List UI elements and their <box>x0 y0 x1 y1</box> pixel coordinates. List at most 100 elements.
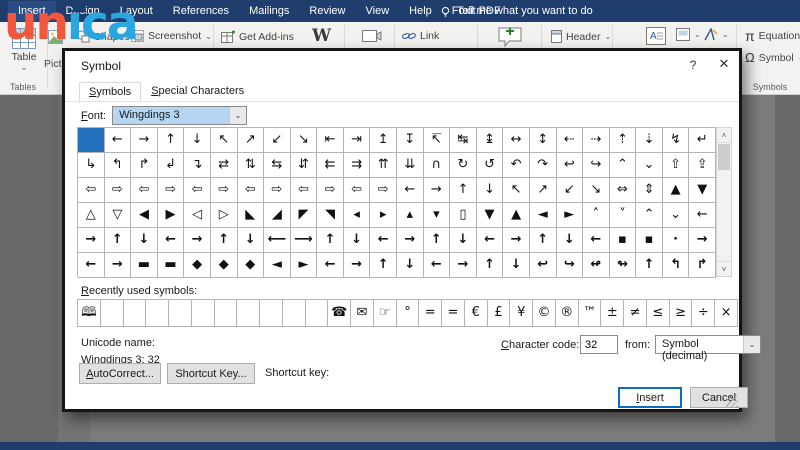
symbol-cell[interactable]: ← <box>476 228 504 253</box>
recent-symbol-cell[interactable]: ™ <box>578 300 602 327</box>
symbol-cell[interactable]: ⇔ <box>609 178 637 203</box>
symbol-cell[interactable]: ↱ <box>689 253 716 278</box>
symbol-cell[interactable]: ↑ <box>317 228 344 253</box>
symbol-cell[interactable]: ⇨ <box>157 178 185 203</box>
ribbon-tab-view[interactable]: View <box>356 1 400 21</box>
symbol-cell[interactable]: ↻ <box>450 153 477 178</box>
recent-symbol-cell[interactable]: ☎ <box>328 300 352 327</box>
symbol-cell[interactable]: ↖ <box>503 178 530 203</box>
symbol-cell[interactable]: ⇕ <box>636 178 663 203</box>
symbol-cell[interactable]: ↑ <box>423 228 451 253</box>
symbol-cell[interactable]: ⌄ <box>662 203 690 228</box>
symbol-cell[interactable]: ↘ <box>290 128 318 153</box>
symbol-cell[interactable]: ▬ <box>157 253 185 278</box>
insert-button[interactable]: Insert <box>618 387 682 408</box>
screenshot-button[interactable]: Screenshot ⌄ <box>131 30 212 42</box>
symbol-cell[interactable]: ↹ <box>450 128 477 153</box>
symbol-cell[interactable]: ↑ <box>529 228 557 253</box>
symbol-cell[interactable]: ▯ <box>450 203 477 228</box>
symbol-cell[interactable]: ↓ <box>131 228 158 253</box>
symbol-cell[interactable]: ↯ <box>662 128 690 153</box>
symbol-cell[interactable]: ⇢ <box>583 128 610 153</box>
symbol-cell[interactable]: ◀ <box>131 203 158 228</box>
symbol-cell[interactable]: ↑ <box>370 253 397 278</box>
dialog-tab-special-characters[interactable]: Special Characters <box>141 81 255 102</box>
symbol-cell[interactable]: ▴ <box>397 203 424 228</box>
symbol-cell[interactable]: ↑ <box>450 178 477 203</box>
symbol-cell[interactable]: ⇨ <box>104 178 132 203</box>
symbol-cell[interactable]: ↶ <box>503 153 530 178</box>
header-button[interactable]: Header ⌄ <box>551 30 611 43</box>
symbol-cell[interactable]: ← <box>157 228 185 253</box>
symbol-cell[interactable]: ↕ <box>529 128 557 153</box>
recent-symbol-cell[interactable]: ® <box>555 300 579 327</box>
symbol-cell[interactable]: → <box>450 253 477 278</box>
symbol-cell[interactable]: ▪ <box>609 228 637 253</box>
symbol-cell[interactable]: ↩ <box>556 153 584 178</box>
character-code-input[interactable] <box>580 335 618 354</box>
symbol-cell[interactable]: ↑ <box>104 228 132 253</box>
recent-symbol-cell[interactable]: ☞ <box>373 300 397 327</box>
symbol-cell[interactable]: ⇨ <box>210 178 238 203</box>
cancel-button[interactable]: Cancel <box>690 387 748 408</box>
symbol-cell[interactable]: △ <box>78 203 105 228</box>
recent-symbol-cell[interactable] <box>237 300 261 327</box>
symbol-cell[interactable]: ← <box>689 203 716 228</box>
recent-symbol-cell[interactable] <box>100 300 124 327</box>
symbol-cell[interactable]: ↓ <box>237 228 265 253</box>
symbol-cell[interactable]: ◢ <box>264 203 291 228</box>
ribbon-tab-references[interactable]: References <box>163 1 239 21</box>
from-combobox-arrow-icon[interactable]: ⌄ <box>743 336 760 353</box>
symbol-cell[interactable]: ▶ <box>157 203 185 228</box>
symbol-cell[interactable]: ⇉ <box>343 153 371 178</box>
symbol-cell[interactable]: ◥ <box>317 203 344 228</box>
tell-me-box[interactable]: Tell me what you want to do <box>440 0 593 22</box>
recent-symbol-cell[interactable] <box>146 300 170 327</box>
symbol-cell[interactable]: ⇊ <box>397 153 424 178</box>
symbol-cell[interactable]: → <box>104 253 132 278</box>
scroll-up-button[interactable]: ˄ <box>717 128 731 143</box>
symbol-cell[interactable]: ⇈ <box>370 153 397 178</box>
recent-symbol-cell[interactable]: ¥ <box>510 300 534 327</box>
symbol-cell[interactable]: ↗ <box>237 128 265 153</box>
recent-symbol-cell[interactable]: ÷ <box>692 300 716 327</box>
dialog-help-button[interactable]: ? <box>685 58 701 72</box>
recent-symbol-cell[interactable]: 🕮 <box>78 300 101 327</box>
symbol-cell[interactable]: ▲ <box>503 203 530 228</box>
recent-symbol-cell[interactable]: £ <box>487 300 511 327</box>
symbol-cell[interactable]: ↙ <box>264 128 291 153</box>
symbol-cell[interactable]: ↰ <box>662 253 690 278</box>
symbol-cell[interactable]: ↥ <box>370 128 397 153</box>
font-combobox[interactable]: Wingdings 3 ⌄ <box>112 106 248 125</box>
media-button[interactable] <box>362 28 382 45</box>
symbol-cell[interactable]: ⇨ <box>317 178 344 203</box>
symbol-cell[interactable]: ▲ <box>662 178 690 203</box>
symbol-cell[interactable]: → <box>423 178 451 203</box>
symbol-cell[interactable]: ↵ <box>689 128 716 153</box>
symbol-cell[interactable]: ↓ <box>343 228 371 253</box>
symbol-cell[interactable]: ◤ <box>290 203 318 228</box>
symbol-cell[interactable]: ⇣ <box>636 128 663 153</box>
symbol-cell[interactable]: ↷ <box>529 153 557 178</box>
symbol-cell[interactable]: ⇥ <box>343 128 371 153</box>
symbol-cell[interactable]: ↑ <box>210 228 238 253</box>
symbol-cell[interactable]: ← <box>78 253 105 278</box>
symbol-cell[interactable]: ↑ <box>636 253 663 278</box>
symbol-cell[interactable]: → <box>184 228 211 253</box>
symbol-cell[interactable]: ▷ <box>210 203 238 228</box>
recent-symbol-cell[interactable]: ≥ <box>669 300 693 327</box>
recent-symbol-cell[interactable] <box>123 300 147 327</box>
recent-symbol-cell[interactable]: ≠ <box>624 300 647 327</box>
symbol-cell[interactable]: ↑ <box>476 253 504 278</box>
recent-symbol-cell[interactable]: = <box>442 300 465 327</box>
quickparts-button[interactable]: ⌄ <box>676 28 701 41</box>
symbol-cell[interactable]: → <box>397 228 424 253</box>
symbol-cell[interactable]: ⇦ <box>343 178 371 203</box>
symbol-cell[interactable]: ⇦ <box>290 178 318 203</box>
recent-symbol-cell[interactable]: € <box>464 300 488 327</box>
wikipedia-button[interactable]: W <box>312 26 331 46</box>
symbol-cell[interactable]: ← <box>104 128 132 153</box>
symbol-cell[interactable] <box>78 128 105 153</box>
symbol-cell[interactable]: ↪ <box>556 253 584 278</box>
dialog-tab-symbols[interactable]: Symbols <box>79 82 142 103</box>
